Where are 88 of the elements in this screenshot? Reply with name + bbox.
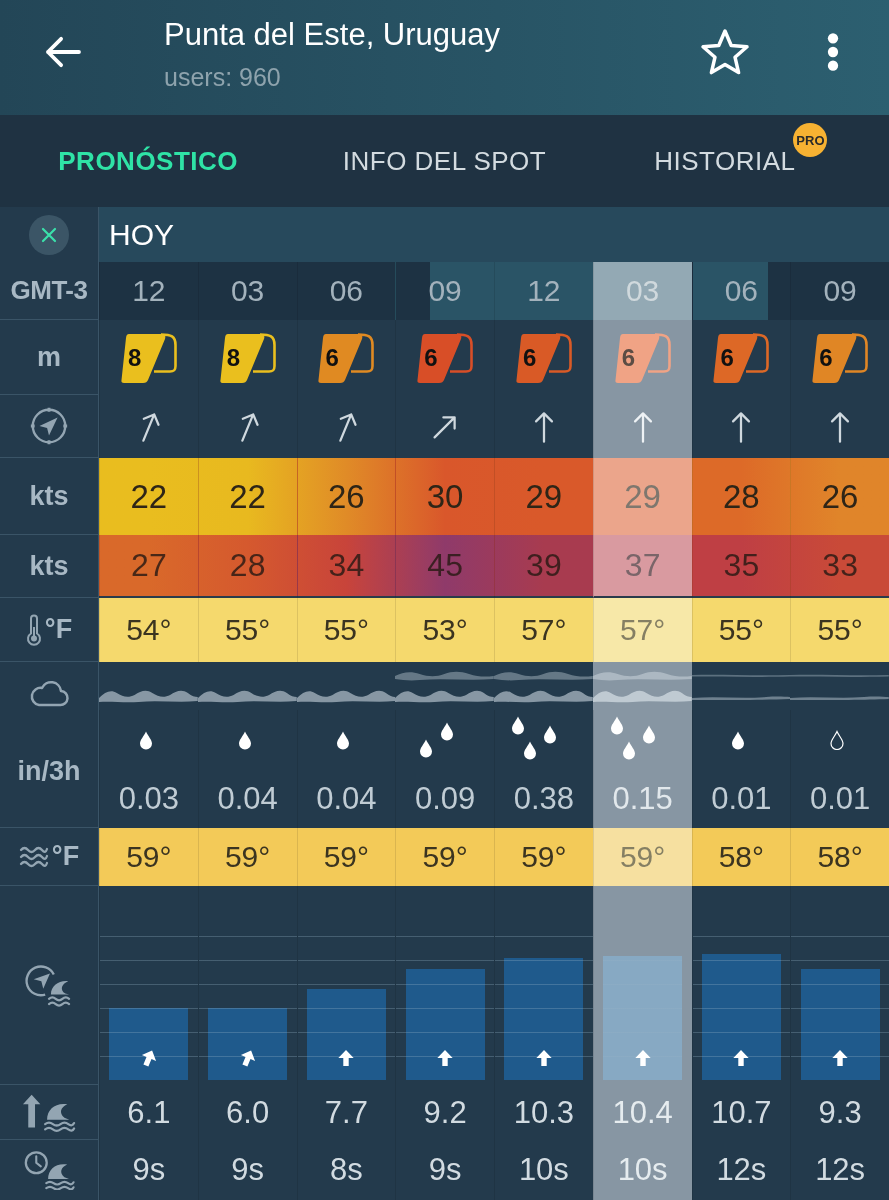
wave-period: 9s	[132, 1152, 166, 1188]
temperature-cell: 57°	[592, 598, 692, 662]
wind-speed-cell: 28	[691, 458, 791, 535]
rain-amount: 0.09	[414, 780, 476, 818]
water-temperature-cell: 59°	[197, 828, 297, 886]
temperature-cell: 54°	[99, 598, 198, 662]
hour-cell: 09	[790, 262, 889, 320]
wave-height: 10.7	[711, 1094, 772, 1131]
rain-amount: 0.03	[118, 780, 180, 818]
water-temperature-cell: 59°	[494, 828, 593, 886]
wave-height: 10.4	[612, 1094, 673, 1131]
more-icon[interactable]	[827, 32, 839, 72]
wave-height: 6.0	[226, 1094, 270, 1131]
tab[interactable]: INFO DEL SPOT	[296, 115, 593, 207]
arrow-wave-icon	[22, 1092, 76, 1132]
wave-height: 6.1	[127, 1094, 171, 1131]
users-count: users: 960	[164, 62, 281, 92]
wind-speed-cell: 29	[494, 458, 593, 535]
temperature-cell: 55°	[790, 598, 889, 662]
cloud-icon	[29, 680, 69, 708]
close-icon	[41, 226, 57, 243]
location-title: Punta del Este, Uruguay	[164, 17, 501, 53]
timezone-label: GMT-3	[10, 275, 88, 306]
wave-height: 9.2	[423, 1094, 467, 1131]
rain-amount: 0.38	[513, 780, 575, 818]
wind-gust-cell: 33	[790, 535, 889, 598]
wave-height: 10.3	[513, 1094, 575, 1131]
wave-period: 12s	[716, 1152, 767, 1188]
water-temperature-cell: 59°	[395, 828, 494, 886]
wave-period: 10s	[617, 1152, 668, 1188]
tab[interactable]: HISTORIAL PRO	[592, 115, 889, 207]
hour-cell: 09	[395, 262, 494, 320]
day-header: HOY	[99, 207, 889, 262]
back-icon[interactable]	[44, 36, 82, 68]
rain-amount: 0.15	[612, 780, 673, 818]
unit-label: kts	[29, 550, 69, 582]
rain-amount: 0.01	[809, 780, 871, 818]
temperature-cell: 55°	[691, 598, 791, 662]
thermometer-icon	[25, 613, 42, 646]
hour-cell: 06	[691, 262, 791, 320]
hour-cell: 12	[99, 262, 198, 320]
unit-label: m	[37, 341, 61, 373]
temperature-cell: 57°	[494, 598, 593, 662]
wind-gust-cell: 35	[691, 535, 791, 598]
wind-gust-cell: 37	[592, 535, 692, 598]
unit-label: °F	[51, 841, 80, 872]
tab[interactable]: PRONÓSTICO	[0, 115, 297, 207]
wind-speed-cell: 22	[99, 458, 198, 535]
wave-height: 7.7	[324, 1094, 368, 1131]
water-temperature-cell: 58°	[790, 828, 889, 886]
wind-speed-cell: 30	[395, 458, 494, 535]
wind-speed-cell: 29	[592, 458, 692, 535]
wave-period: 10s	[518, 1152, 569, 1188]
rain-amount: 0.01	[711, 780, 772, 818]
water-temperature-cell: 59°	[592, 828, 692, 886]
hour-cell: 06	[296, 262, 396, 320]
water-temperature-cell: 59°	[99, 828, 198, 886]
hour-cell: 12	[494, 262, 593, 320]
water-temperature-cell: 59°	[296, 828, 396, 886]
hour-cell: 03	[197, 262, 297, 320]
wind-speed-cell: 22	[197, 458, 297, 535]
close-button[interactable]	[29, 214, 69, 255]
wave-period: 8s	[330, 1152, 363, 1188]
wind-speed-cell: 26	[296, 458, 396, 535]
temperature-cell: 55°	[197, 598, 297, 662]
clock-wave-icon	[22, 1150, 76, 1190]
wave-period: 9s	[231, 1152, 264, 1188]
wave-height: 9.3	[818, 1094, 862, 1131]
wave-period: 12s	[815, 1152, 866, 1188]
temperature-cell: 53°	[395, 598, 494, 662]
water-temperature-cell: 58°	[691, 828, 791, 886]
temperature-cell: 55°	[296, 598, 396, 662]
wind-gust-cell: 45	[395, 535, 494, 598]
unit-label: kts	[29, 480, 69, 512]
wind-gust-cell: 27	[99, 535, 198, 598]
wind-gust-cell: 28	[197, 535, 297, 598]
star-icon[interactable]	[700, 28, 750, 76]
rain-amount: 0.04	[316, 780, 377, 818]
rain-amount: 0.04	[217, 780, 278, 818]
unit-label: in/3h	[17, 756, 81, 786]
unit-label: °F	[44, 614, 73, 645]
wind-gust-cell: 34	[296, 535, 396, 598]
wind-speed-cell: 26	[790, 458, 889, 535]
hour-cell: 03	[592, 262, 692, 320]
pro-badge: PRO	[793, 123, 828, 157]
wind-gust-cell: 39	[494, 535, 593, 598]
wave-period: 9s	[428, 1152, 462, 1188]
compass-icon	[28, 405, 70, 447]
